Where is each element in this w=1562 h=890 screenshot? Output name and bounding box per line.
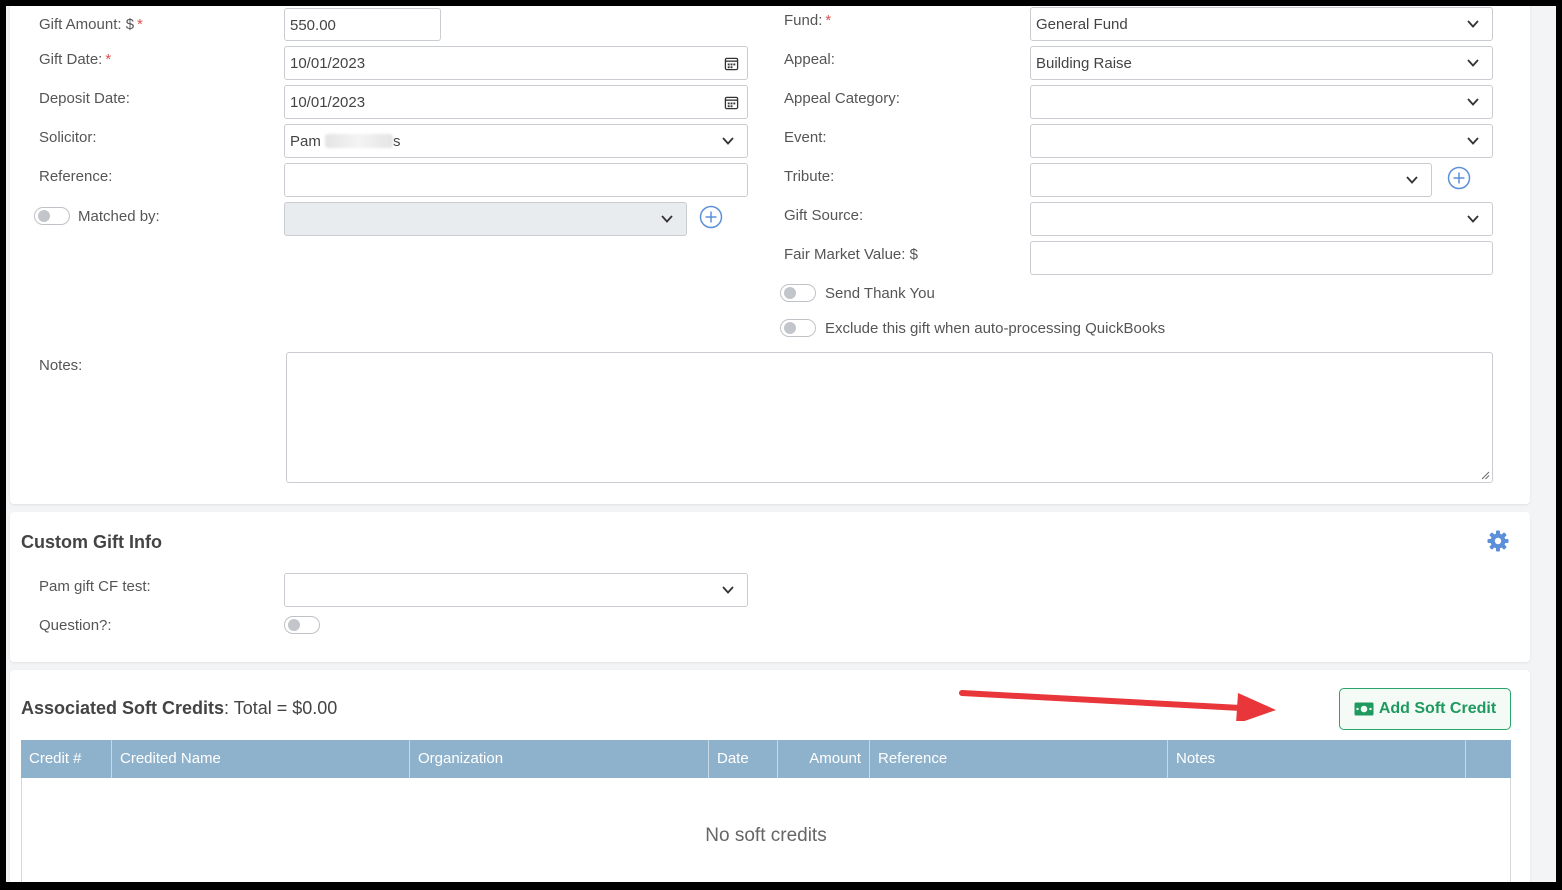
event-select[interactable] [1030, 124, 1493, 158]
matched-by-select[interactable] [284, 202, 687, 236]
pam-gift-cf-test-select[interactable] [284, 573, 748, 607]
column-header-credit-number[interactable]: Credit # [21, 740, 112, 778]
custom-gift-info-title: Custom Gift Info [21, 532, 162, 552]
solicitor-label: Solicitor: [39, 129, 97, 146]
column-header-notes[interactable]: Notes [1168, 740, 1466, 778]
column-header-amount[interactable]: Amount [778, 740, 870, 778]
add-soft-credit-button[interactable]: Add Soft Credit [1339, 688, 1511, 730]
send-thank-you-label: Send Thank You [825, 285, 935, 302]
reference-label: Reference: [39, 168, 113, 185]
plus-circle-icon[interactable] [699, 205, 723, 229]
soft-credits-total: : Total = $0.00 [224, 698, 338, 718]
gift-amount-input[interactable]: 550.00 [284, 8, 441, 41]
pam-gift-cf-test-label: Pam gift CF test: [39, 578, 151, 595]
exclude-quickbooks-label: Exclude this gift when auto-processing Q… [825, 320, 1166, 337]
calendar-icon[interactable] [724, 95, 739, 110]
fair-market-value-label: Fair Market Value: $ [784, 246, 918, 263]
gear-icon[interactable] [1486, 529, 1510, 553]
chevron-down-icon [661, 215, 673, 223]
deposit-date-input[interactable]: 10/01/2023 [284, 85, 748, 119]
chevron-down-icon [1467, 59, 1479, 67]
gift-amount-label: Gift Amount: $ * [39, 16, 143, 33]
chevron-down-icon [722, 586, 734, 594]
resize-handle-icon[interactable] [1480, 470, 1490, 480]
column-header-credited-name[interactable]: Credited Name [112, 740, 410, 778]
annotation-arrow [959, 690, 1276, 721]
chevron-down-icon [1467, 215, 1479, 223]
empty-state-message: No soft credits [705, 825, 827, 846]
gift-source-select[interactable] [1030, 202, 1493, 236]
column-header-date[interactable]: Date [709, 740, 778, 778]
chevron-down-icon [1467, 137, 1479, 145]
event-label: Event: [784, 129, 827, 146]
column-header-actions [1466, 740, 1511, 778]
matched-by-label: Matched by: [78, 208, 160, 225]
appeal-category-select[interactable] [1030, 85, 1493, 119]
plus-circle-icon[interactable] [1447, 166, 1471, 190]
redacted-name [325, 134, 394, 148]
column-header-reference[interactable]: Reference [870, 740, 1168, 778]
fund-label: Fund: * [784, 12, 832, 29]
chevron-down-icon [1467, 98, 1479, 106]
appeal-category-label: Appeal Category: [784, 90, 900, 107]
question-label: Question?: [39, 617, 112, 634]
chevron-down-icon [722, 137, 734, 145]
appeal-label: Appeal: [784, 51, 835, 68]
reference-input[interactable] [284, 163, 748, 197]
gift-date-label: Gift Date: * [39, 51, 112, 68]
calendar-icon[interactable] [724, 56, 739, 71]
notes-label: Notes: [39, 357, 83, 374]
appeal-select[interactable]: Building Raise [1030, 46, 1493, 80]
fund-select[interactable]: General Fund [1030, 7, 1493, 41]
page-frame: Gift Amount: $ * 550.00 Gift Date: * 10/01… [6, 6, 1556, 882]
question-toggle[interactable] [284, 616, 320, 634]
chevron-down-icon [1467, 20, 1479, 28]
custom-gift-info-card [10, 512, 1530, 662]
soft-credits-title: Associated Soft Credits: Total = $0.00 [21, 698, 338, 718]
deposit-date-label: Deposit Date: [39, 90, 130, 107]
tribute-select[interactable] [1030, 163, 1432, 197]
solicitor-select[interactable]: Pam s [284, 124, 748, 158]
notes-textarea[interactable] [286, 352, 1493, 483]
money-icon [1354, 702, 1374, 716]
chevron-down-icon [1406, 176, 1418, 184]
exclude-quickbooks-toggle[interactable] [780, 319, 816, 337]
tribute-label: Tribute: [784, 168, 835, 185]
gift-date-input[interactable]: 10/01/2023 [284, 46, 748, 80]
soft-credits-table-header: Credit # Credited Name Organization Date… [21, 740, 1511, 778]
fair-market-value-input[interactable] [1030, 241, 1493, 275]
soft-credits-table-body: No soft credits [21, 778, 1511, 882]
matched-by-toggle[interactable] [34, 207, 70, 225]
send-thank-you-toggle[interactable] [780, 284, 816, 302]
gift-source-label: Gift Source: [784, 207, 864, 224]
column-header-organization[interactable]: Organization [410, 740, 709, 778]
